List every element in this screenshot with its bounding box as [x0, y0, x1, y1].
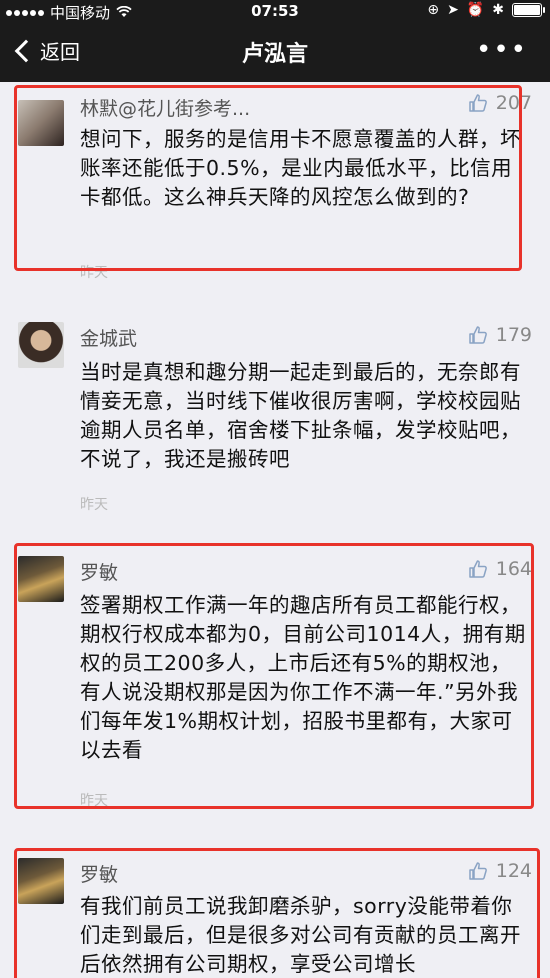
thumbs-up-icon [468, 325, 488, 345]
like-button[interactable]: 179 [468, 324, 532, 346]
comment-date: 昨天 [80, 497, 108, 513]
avatar[interactable] [18, 322, 64, 368]
more-icon[interactable]: ••• [476, 37, 528, 63]
page-title: 卢泓言 [241, 42, 308, 67]
location-icon: ➤ [447, 2, 459, 18]
like-count: 179 [495, 324, 532, 346]
commenter-name[interactable]: 金城武 [80, 324, 137, 351]
highlight-box [14, 85, 522, 271]
highlight-box [14, 543, 534, 809]
highlight-box [14, 848, 540, 978]
comment-item: 金城武 179 当时是真想和趣分期一起走到最后的，无奈郎有情妾无意，当时线下催收… [0, 312, 550, 532]
alarm-icon: ⏰ [466, 2, 485, 18]
status-bar: 中国移动 07:53 ⊕ ➤ ⏰ ✱ [0, 0, 550, 22]
battery-icon [512, 3, 545, 17]
nav-bar: 返回 卢泓言 ••• [0, 22, 550, 82]
bluetooth-icon: ✱ [492, 2, 504, 18]
comment-text: 当时是真想和趣分期一起走到最后的，无奈郎有情妾无意，当时线下催收很厉害啊，学校校… [80, 360, 521, 471]
orientation-lock-icon: ⊕ [427, 2, 440, 18]
